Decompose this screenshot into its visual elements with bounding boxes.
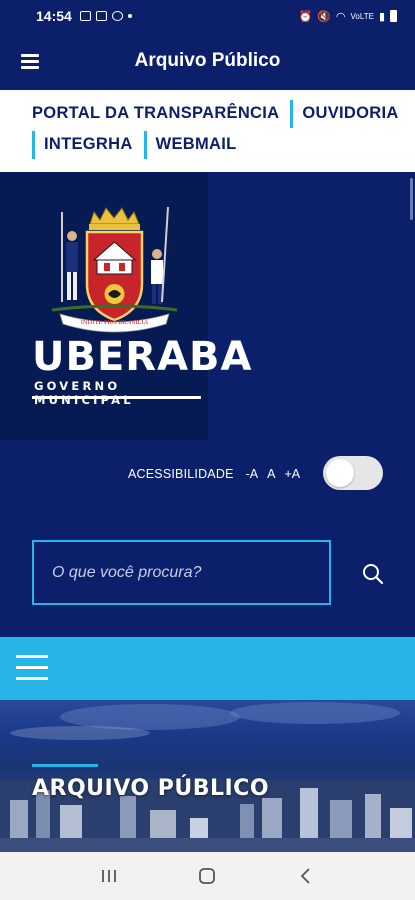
app-title: Arquivo Público [134,50,281,71]
system-icons: ⏰ 🔇 ◠ VoLTE ▮ [298,10,397,23]
city-skyline-image [0,780,415,852]
status-bar: 14:54 ⏰ 🔇 ◠ VoLTE ▮ [0,0,415,32]
logo-underline [32,396,201,399]
search-input[interactable] [34,542,329,603]
hero-title: ARQUIVO PÚBLICO [32,776,270,801]
home-icon [199,868,216,884]
signal-icon: ▮ [378,10,385,23]
logo-subtitle: GOVERNO MUNICIPAL [34,379,134,407]
accessibility-label: ACESSIBILIDADE [128,467,234,481]
link-separator [290,99,294,128]
drawer-menu-button[interactable] [0,32,60,90]
page-scrollbar[interactable] [410,178,413,220]
section-menu-button[interactable] [16,655,48,681]
wifi-icon: ◠ [335,10,346,23]
home-button[interactable] [187,856,227,896]
normal-font-button[interactable]: A [267,467,275,481]
increase-font-button[interactable]: +A [284,467,300,481]
hamburger-icon [16,655,48,658]
back-icon [300,868,310,884]
hamburger-icon [21,54,39,69]
link-portal-transparencia[interactable]: PORTAL DA TRANSPARÊNCIA [32,104,279,123]
link-separator [32,130,35,159]
logo-name: UBERABA [32,334,253,380]
search-icon [363,564,384,585]
signal-label: VoLTE [350,11,374,21]
app-notification-icon [111,11,123,21]
link-webmail[interactable]: WEBMAIL [156,135,237,154]
more-notifications-icon [127,14,132,18]
image-notification-icon [79,11,91,21]
mute-icon: 🔇 [317,10,331,23]
accessibility-bar: ACESSIBILIDADE -A A +A [128,456,309,492]
coat-of-arms-icon: INDITE PRO BRASILIA [51,206,178,333]
link-ouvidoria[interactable]: OUVIDORIA [302,104,398,123]
system-nav-bar [0,852,415,900]
search-button[interactable] [355,557,391,591]
section-menu-bar [0,637,415,700]
back-button[interactable] [286,856,326,896]
contrast-toggle[interactable] [323,456,383,490]
search-box [32,540,331,605]
hero-cloud [230,702,400,724]
top-links-row-1: PORTAL DA TRANSPARÊNCIA OUVIDORIA [32,98,415,129]
link-integrha[interactable]: INTEGRHA [44,135,133,154]
hero-accent-line [32,764,98,767]
uberaba-logo[interactable]: INDITE PRO BRASILIA UBERABA GOVERNO MUNI… [0,172,252,440]
link-separator [143,130,147,159]
status-time: 14:54 [36,8,72,24]
laptop-notification-icon [95,11,107,21]
notification-icons [79,11,132,21]
battery-icon [390,10,397,22]
recents-button[interactable] [89,856,129,896]
logo-motto: INDITE PRO BRASILIA [81,319,149,326]
top-links-row-2: INTEGRHA WEBMAIL [32,129,415,160]
toggle-knob [326,459,354,487]
alarm-icon: ⏰ [298,10,313,23]
recents-icon [102,870,117,882]
decrease-font-button[interactable]: -A [246,467,259,481]
hero-cloud [10,726,150,740]
hero-banner: ARQUIVO PÚBLICO [0,700,415,852]
top-links: PORTAL DA TRANSPARÊNCIA OUVIDORIA INTEGR… [0,90,415,172]
app-bar: Arquivo Público [0,32,415,90]
